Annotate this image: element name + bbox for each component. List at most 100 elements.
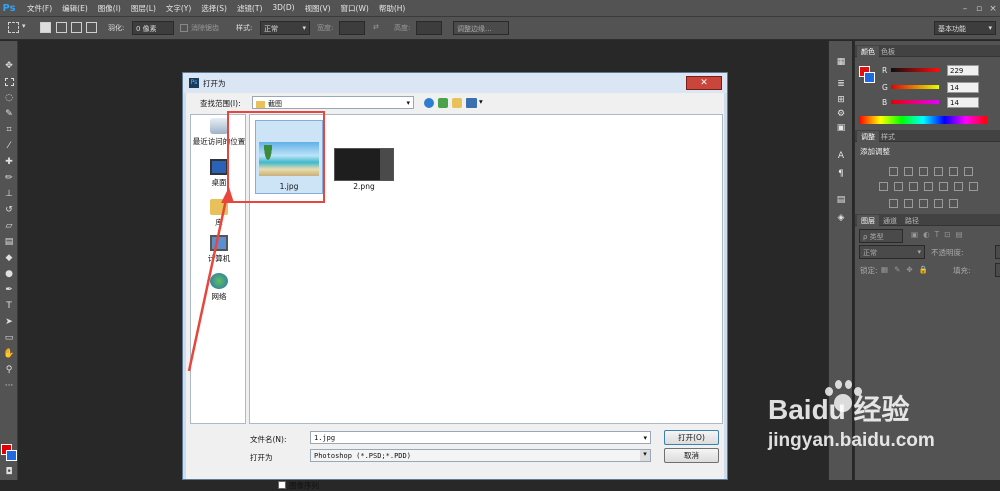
- menu-item[interactable]: 文件(F): [22, 3, 57, 14]
- menu-item[interactable]: 文字(Y): [161, 3, 196, 14]
- blur-tool-icon[interactable]: ◆: [2, 251, 16, 265]
- paragraph-panel-icon[interactable]: ¶: [835, 169, 847, 181]
- antialias-checkbox[interactable]: [180, 24, 188, 32]
- menu-item[interactable]: 帮助(H): [374, 3, 411, 14]
- tab-swatches[interactable]: 色板: [877, 46, 899, 57]
- tab-layers[interactable]: 图层: [857, 215, 879, 226]
- character-panel-icon[interactable]: A: [835, 151, 847, 163]
- channel-b-slider[interactable]: [891, 100, 939, 104]
- adjustment-icon[interactable]: [894, 182, 903, 191]
- adjustment-icon[interactable]: [909, 182, 918, 191]
- workspace-select[interactable]: 基本功能 ▾: [934, 21, 996, 35]
- menu-item[interactable]: 3D(D): [267, 3, 299, 14]
- channel-r-slider[interactable]: [891, 68, 939, 72]
- channel-r-value[interactable]: 229: [947, 65, 979, 76]
- adjustment-icon[interactable]: [964, 167, 973, 176]
- file-2-label[interactable]: 2.png: [330, 182, 398, 191]
- eraser-tool-icon[interactable]: ▱: [2, 219, 16, 233]
- style-select[interactable]: 正常 ▾: [260, 21, 310, 35]
- marquee-tool-icon[interactable]: [2, 75, 16, 89]
- bg-swatch[interactable]: [864, 72, 875, 83]
- fill-input[interactable]: [995, 263, 1000, 277]
- adjustment-icon[interactable]: [969, 182, 978, 191]
- view-menu-icon[interactable]: [466, 98, 477, 108]
- adjustment-icon[interactable]: [939, 182, 948, 191]
- history-brush-icon[interactable]: ↺: [2, 203, 16, 217]
- brush-panel-icon[interactable]: ⚙: [835, 109, 847, 121]
- clone-panel-icon[interactable]: ▣: [835, 123, 847, 135]
- menu-item[interactable]: 图层(L): [126, 3, 161, 14]
- channel-g-slider[interactable]: [891, 85, 939, 89]
- height-input[interactable]: [416, 21, 442, 35]
- blend-mode-select[interactable]: 正常 ▾: [859, 245, 925, 259]
- tab-adjustments[interactable]: 调整: [857, 131, 879, 142]
- gradient-tool-icon[interactable]: ▤: [2, 235, 16, 249]
- lookin-select[interactable]: 截图 ▾: [252, 96, 414, 109]
- tab-color[interactable]: 颜色: [857, 46, 879, 57]
- cancel-button[interactable]: 取消: [664, 448, 719, 463]
- background-color-swatch[interactable]: [6, 450, 17, 461]
- swap-icon[interactable]: ⇄: [373, 23, 379, 31]
- healing-brush-icon[interactable]: ✚: [2, 155, 16, 169]
- openas-select[interactable]: Photoshop (*.PSD;*.PDD) ▾: [310, 449, 651, 462]
- dialog-close-button[interactable]: ✕: [686, 76, 722, 90]
- up-folder-icon[interactable]: [438, 98, 448, 108]
- ellipsis-icon[interactable]: ···: [2, 379, 16, 393]
- menu-item[interactable]: 视图(V): [300, 3, 336, 14]
- eyedropper-tool-icon[interactable]: ⁄: [2, 139, 16, 153]
- subtract-selection-icon[interactable]: [71, 22, 82, 33]
- chevron-down-icon[interactable]: ▾: [22, 22, 26, 30]
- adjustment-icon[interactable]: [924, 182, 933, 191]
- history-panel-icon[interactable]: ▦: [835, 57, 847, 69]
- move-tool-icon[interactable]: ✥: [2, 59, 16, 73]
- layer-kind-filter[interactable]: ρ 类型: [859, 229, 903, 243]
- hand-tool-icon[interactable]: ✋: [2, 347, 16, 361]
- menu-item[interactable]: 选择(S): [196, 3, 232, 14]
- opacity-input[interactable]: [995, 245, 1000, 259]
- actions-panel-icon[interactable]: ⊞: [835, 95, 847, 107]
- adjustment-icon[interactable]: [889, 199, 898, 208]
- adjustment-icon[interactable]: [949, 167, 958, 176]
- lock-icons[interactable]: ▦✎✥🔒: [881, 265, 934, 274]
- sequence-checkbox[interactable]: [278, 481, 286, 489]
- lasso-tool-icon[interactable]: ◌: [2, 91, 16, 105]
- adjustment-icon[interactable]: [919, 199, 928, 208]
- adjustment-icon[interactable]: [934, 199, 943, 208]
- tab-styles[interactable]: 样式: [877, 131, 899, 142]
- back-icon[interactable]: [424, 98, 434, 108]
- chevron-down-icon[interactable]: ▾: [479, 97, 483, 106]
- adjustment-icon[interactable]: [934, 167, 943, 176]
- add-selection-icon[interactable]: [56, 22, 67, 33]
- properties-panel-icon[interactable]: ≣: [835, 79, 847, 91]
- dodge-tool-icon[interactable]: ●: [2, 267, 16, 281]
- adjustment-icon[interactable]: [879, 182, 888, 191]
- path-select-icon[interactable]: ➤: [2, 315, 16, 329]
- menu-item[interactable]: 窗口(W): [336, 3, 374, 14]
- brush-tool-icon[interactable]: ✏: [2, 171, 16, 185]
- width-input[interactable]: [339, 21, 365, 35]
- new-selection-icon[interactable]: [40, 22, 51, 33]
- quick-select-tool-icon[interactable]: ✎: [2, 107, 16, 121]
- menu-item[interactable]: 滤镜(T): [232, 3, 267, 14]
- channel-g-value[interactable]: 14: [947, 82, 979, 93]
- new-folder-icon[interactable]: [452, 98, 462, 108]
- adjustment-icon[interactable]: [889, 167, 898, 176]
- refine-edge-button[interactable]: 调整边缘...: [453, 21, 509, 35]
- minimize-icon[interactable]: –: [958, 0, 972, 17]
- adjustment-icon[interactable]: [904, 199, 913, 208]
- adjustment-icon[interactable]: [954, 182, 963, 191]
- adjustment-icon[interactable]: [904, 167, 913, 176]
- filter-icons[interactable]: ▣◐T⊡▤: [911, 230, 968, 239]
- menu-item[interactable]: 编辑(E): [57, 3, 93, 14]
- quick-mask-icon[interactable]: ◘: [2, 465, 16, 479]
- tab-channels[interactable]: 通道: [879, 215, 901, 226]
- type-tool-icon[interactable]: T: [2, 299, 16, 313]
- adjustment-icon[interactable]: [919, 167, 928, 176]
- open-button[interactable]: 打开(O): [664, 430, 719, 445]
- filename-input[interactable]: 1.jpg ▾: [310, 431, 651, 444]
- adjustment-icon[interactable]: [949, 199, 958, 208]
- pen-tool-icon[interactable]: ✒: [2, 283, 16, 297]
- shape-tool-icon[interactable]: ▭: [2, 331, 16, 345]
- stamp-tool-icon[interactable]: ⊥: [2, 187, 16, 201]
- channel-b-value[interactable]: 14: [947, 97, 979, 108]
